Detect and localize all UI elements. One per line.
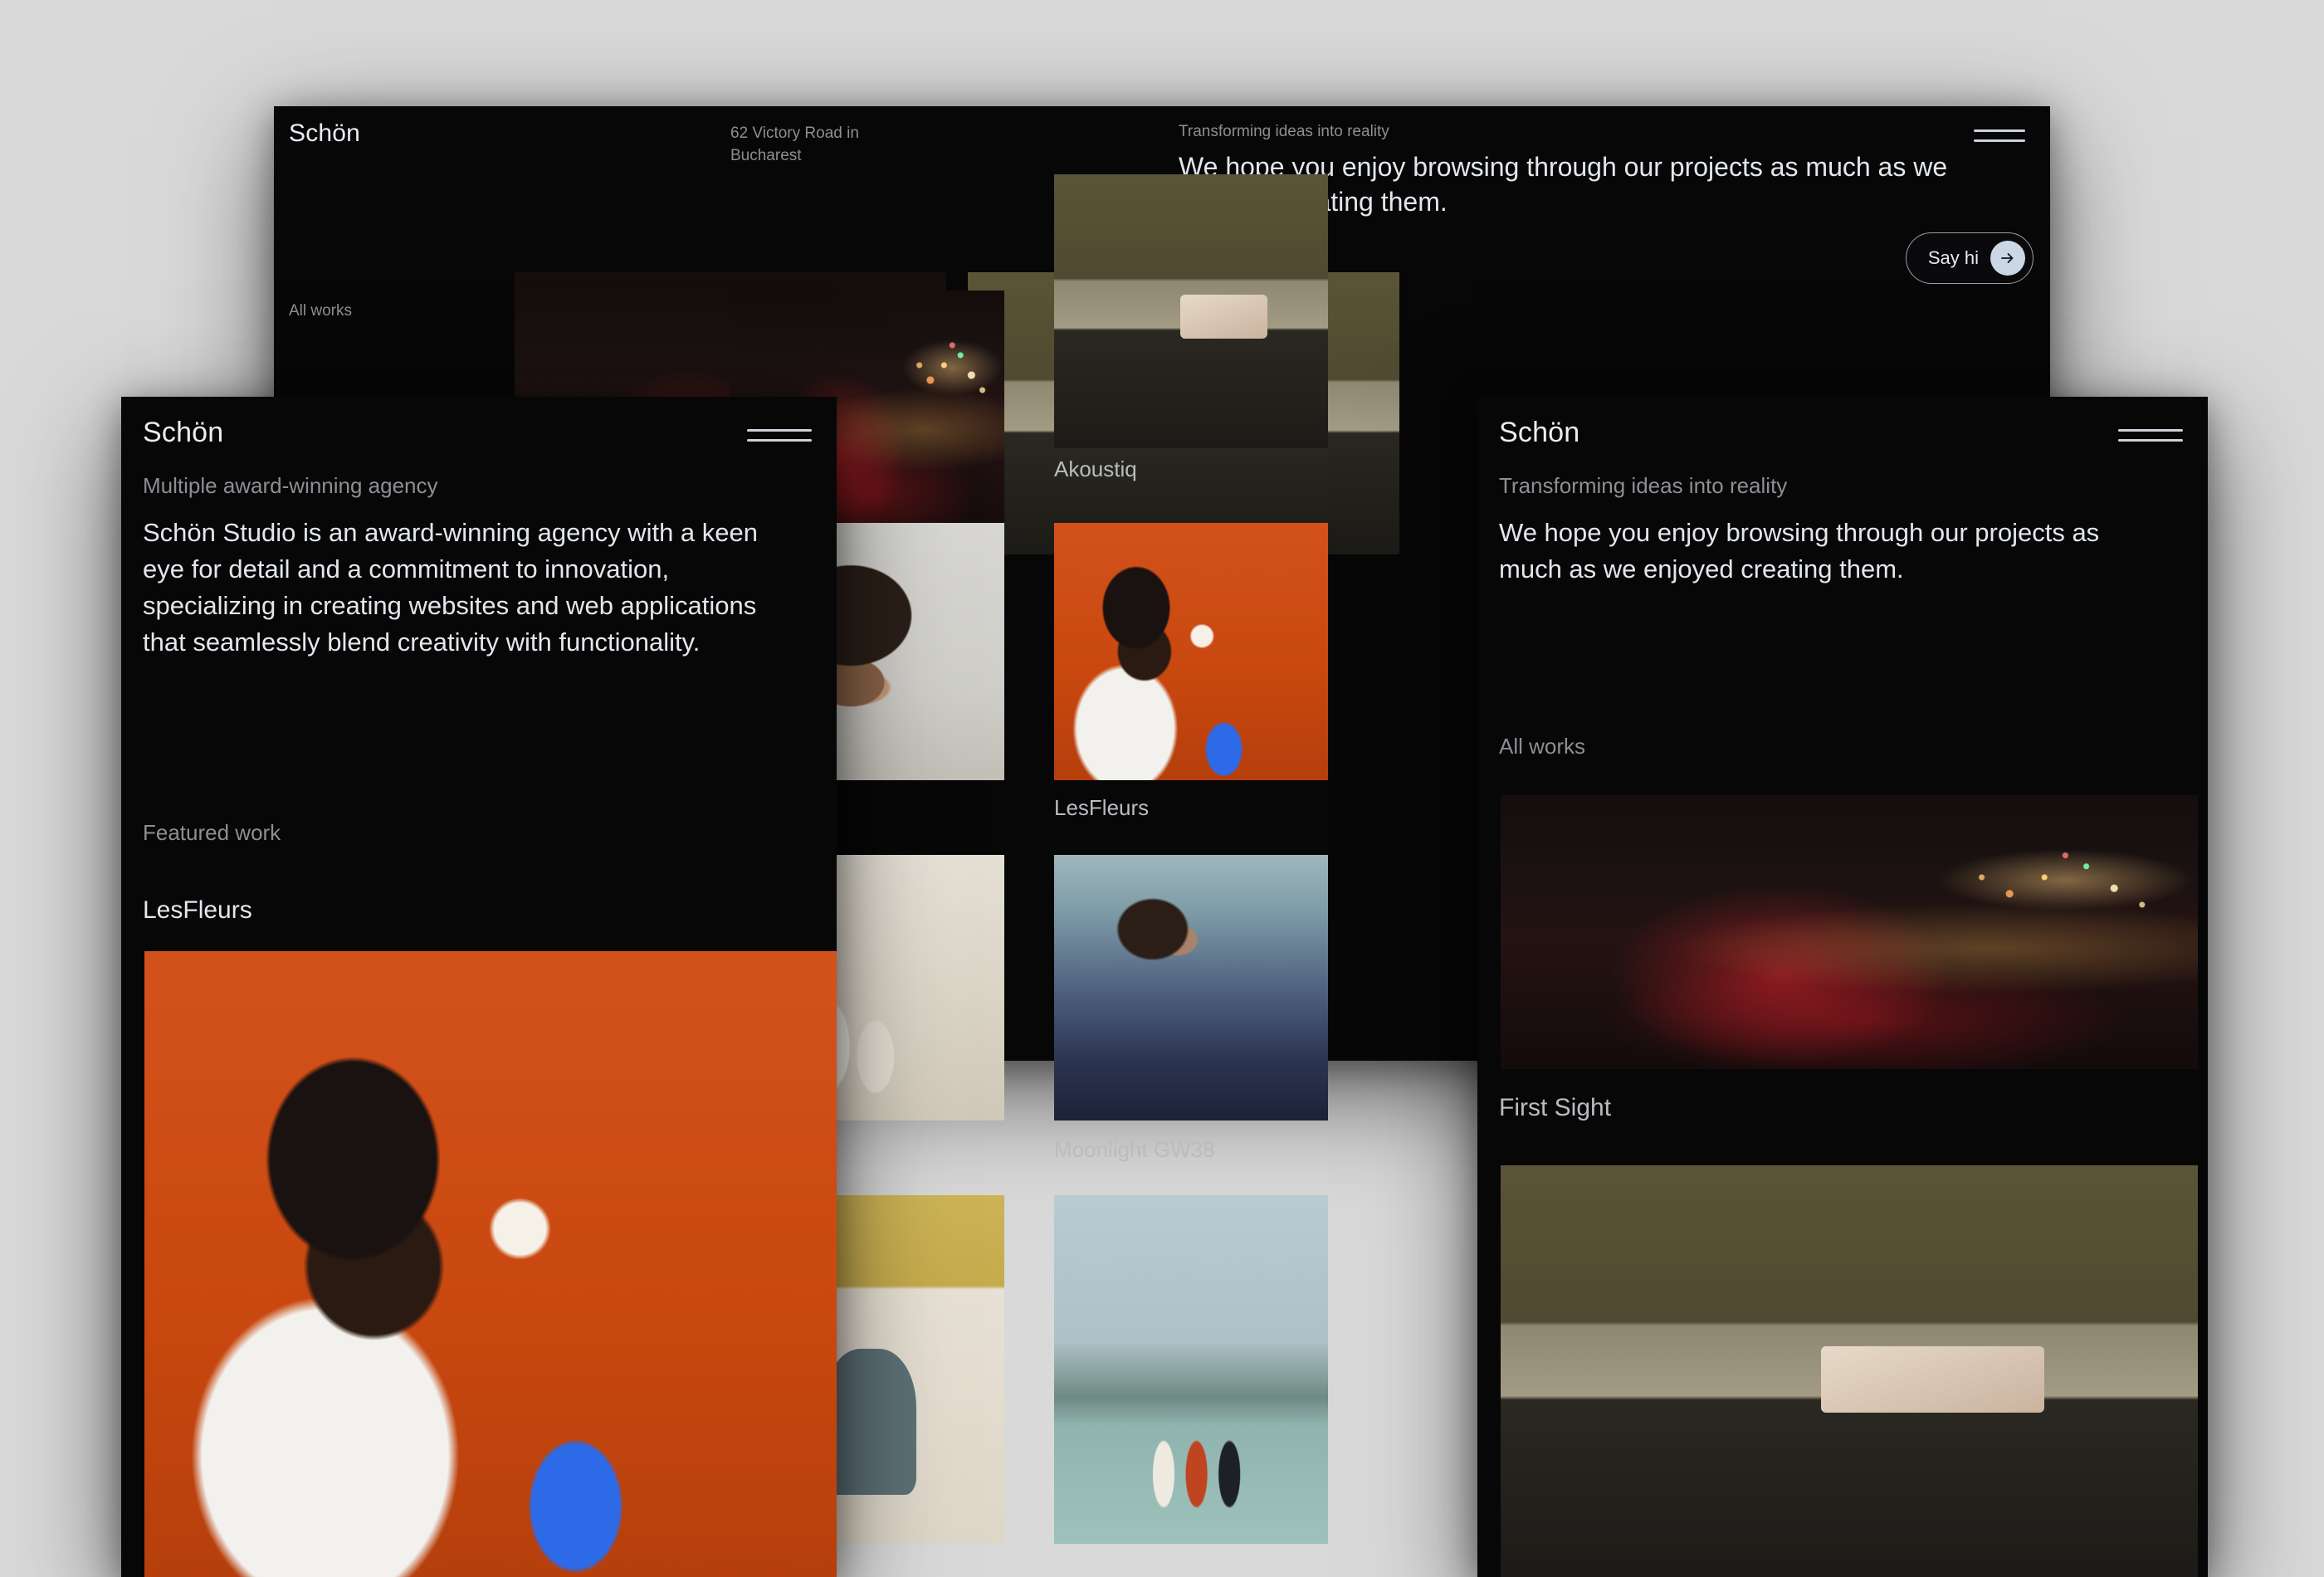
- works-window-logo[interactable]: Schön: [1499, 417, 1579, 449]
- project-tile-akoustiq[interactable]: [1054, 174, 1328, 448]
- works-window-all-works-label: All works: [1499, 734, 1585, 759]
- about-window-body: Schön Studio is an award-winning agency …: [143, 515, 782, 661]
- back-window-logo[interactable]: Schön: [289, 120, 360, 148]
- about-window-tagline: Multiple award-winning agency: [143, 473, 438, 499]
- project-caption-lesfleurs: LesFleurs: [1054, 795, 1149, 821]
- back-window-address: 62 Victory Road in Bucharest: [730, 123, 859, 167]
- featured-project-thumbnail: [144, 951, 837, 1577]
- address-line-1: 62 Victory Road in: [730, 123, 859, 145]
- address-line-2: Bucharest: [730, 145, 859, 168]
- featured-work-label: Featured work: [143, 820, 281, 846]
- project-thumbnail: [1501, 795, 2198, 1069]
- project-tile-moonlight[interactable]: [1054, 855, 1328, 1120]
- featured-project-title[interactable]: LesFleurs: [143, 896, 252, 925]
- project-caption-first-sight: First Sight: [1499, 1094, 1611, 1122]
- project-thumbnail: [1054, 523, 1328, 780]
- hamburger-menu-icon[interactable]: [747, 425, 812, 445]
- featured-project-tile[interactable]: [144, 951, 837, 1577]
- project-tile-first-sight[interactable]: [1501, 795, 2198, 1069]
- window-about[interactable]: Schön Multiple award-winning agency Schö…: [121, 397, 837, 1577]
- project-tile-lesfleurs[interactable]: [1054, 523, 1328, 780]
- works-grid-layer: Akoustiq on LesFleurs Moonlight GW38: [847, 290, 1477, 1577]
- project-tile[interactable]: [1501, 1165, 2198, 1577]
- about-window-logo[interactable]: Schön: [143, 417, 223, 449]
- say-hi-button[interactable]: Say hi: [1906, 232, 2034, 284]
- project-thumbnail: [1054, 1195, 1328, 1544]
- back-window-all-works-label: All works: [289, 302, 352, 320]
- hamburger-menu-icon[interactable]: [1974, 126, 2025, 144]
- project-thumbnail: [1054, 855, 1328, 1120]
- works-window-hero: We hope you enjoy browsing through our p…: [1499, 515, 2155, 588]
- project-thumbnail: [1501, 1165, 2198, 1577]
- project-caption-moonlight: Moonlight GW38: [1054, 1137, 1215, 1163]
- arrow-right-icon: [1990, 241, 2025, 276]
- project-thumbnail: [1054, 174, 1328, 448]
- hamburger-menu-icon[interactable]: [2118, 425, 2183, 445]
- works-window-tagline: Transforming ideas into reality: [1499, 473, 1787, 499]
- project-tile[interactable]: [1054, 1195, 1328, 1544]
- back-window-tagline: Transforming ideas into reality: [1179, 123, 1389, 141]
- window-works[interactable]: Schön Transforming ideas into reality We…: [1477, 397, 2208, 1577]
- say-hi-label: Say hi: [1928, 247, 1979, 269]
- project-caption-akoustiq: Akoustiq: [1054, 456, 1137, 482]
